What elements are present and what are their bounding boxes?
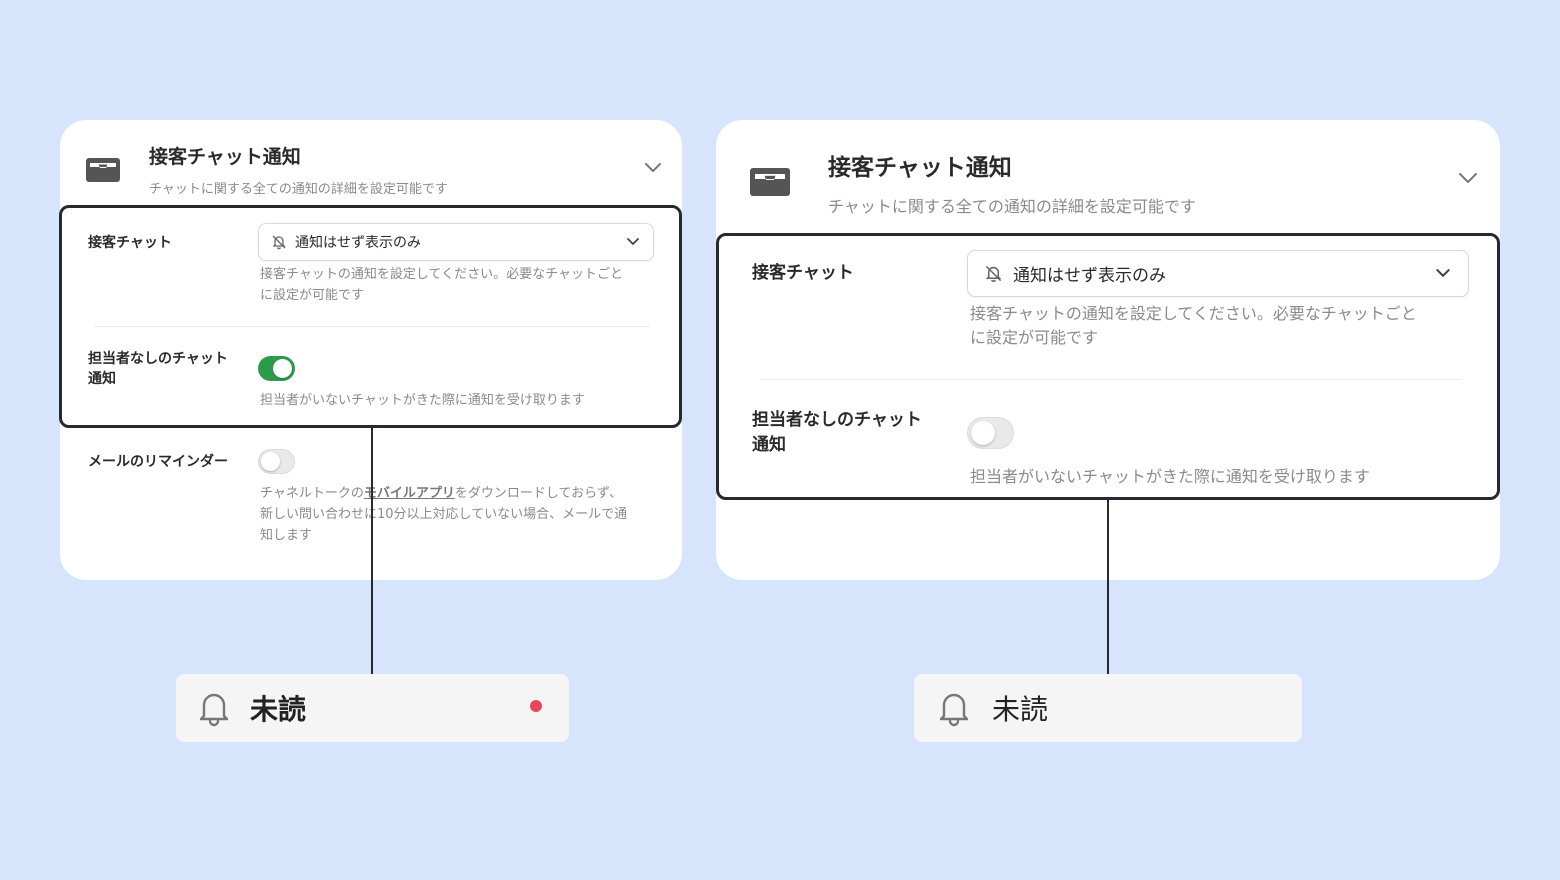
- email-reminder-help: チャネルトークのモバイルアプリをダウンロードしておらず、 新しい問い合わせに10…: [260, 486, 628, 543]
- highlight-frame-left: 接客チャット 通知はせず表示のみ 接客チャットの通知を設定してください。必要なチ…: [59, 205, 682, 428]
- inbox-icon: [86, 158, 120, 182]
- inbox-icon: [750, 168, 790, 196]
- highlight-frame-right: 接客チャット 通知はせず表示のみ 接客チャットの通知を設定してください。必要なチ…: [716, 233, 1500, 500]
- mobile-app-link[interactable]: モバイルアプリ: [364, 486, 455, 501]
- chevron-down-icon[interactable]: [1458, 172, 1478, 185]
- customer-chat-label: 接客チャット: [752, 263, 854, 283]
- chevron-down-icon[interactable]: [644, 162, 662, 174]
- chevron-down-icon: [1436, 269, 1450, 277]
- bell-off-icon: [272, 235, 286, 250]
- card-description: チャットに関する全ての通知の詳細を設定可能です: [149, 182, 448, 197]
- customer-chat-select[interactable]: 通知はせず表示のみ: [258, 223, 654, 261]
- notification-label: 未読: [250, 693, 307, 726]
- unassigned-chat-toggle[interactable]: [258, 356, 295, 381]
- connector-line-right: [1107, 500, 1109, 674]
- unassigned-chat-toggle[interactable]: [967, 417, 1014, 449]
- notification-label: 未読: [992, 693, 1049, 726]
- customer-chat-label: 接客チャット: [88, 235, 172, 251]
- customer-chat-help: 接客チャットの通知を設定してください。必要なチャットごと に設定が可能です: [970, 304, 1417, 347]
- unread-notification-left[interactable]: 未読: [176, 674, 569, 742]
- unread-dot: [530, 700, 542, 712]
- card-title: 接客チャット通知: [149, 146, 301, 168]
- customer-chat-select[interactable]: 通知はせず表示のみ: [967, 250, 1469, 297]
- unread-notification-right[interactable]: 未読: [914, 674, 1302, 742]
- customer-chat-help: 接客チャットの通知を設定してください。必要なチャットごと に設定が可能です: [260, 267, 623, 303]
- bell-icon: [199, 693, 229, 727]
- unassigned-chat-help: 担当者がいないチャットがきた際に通知を受け取ります: [260, 393, 585, 408]
- email-reminder-toggle[interactable]: [258, 449, 295, 474]
- unassigned-chat-help: 担当者がいないチャットがきた際に通知を受け取ります: [970, 467, 1370, 486]
- connector-line-left: [371, 428, 373, 674]
- email-reminder-label: メールのリマインダー: [88, 454, 228, 470]
- bell-off-icon: [985, 265, 1002, 282]
- select-value: 通知はせず表示のみ: [1013, 266, 1166, 286]
- chevron-down-icon: [627, 238, 639, 245]
- card-description: チャットに関する全ての通知の詳細を設定可能です: [828, 197, 1196, 216]
- unassigned-chat-label: 担当者なしのチャット 通知: [88, 351, 228, 388]
- card-title: 接客チャット通知: [828, 155, 1012, 181]
- divider: [94, 326, 650, 327]
- divider: [761, 379, 1461, 380]
- bell-icon: [939, 693, 969, 727]
- unassigned-chat-label: 担当者なしのチャット 通知: [752, 410, 922, 455]
- select-value: 通知はせず表示のみ: [295, 235, 421, 251]
